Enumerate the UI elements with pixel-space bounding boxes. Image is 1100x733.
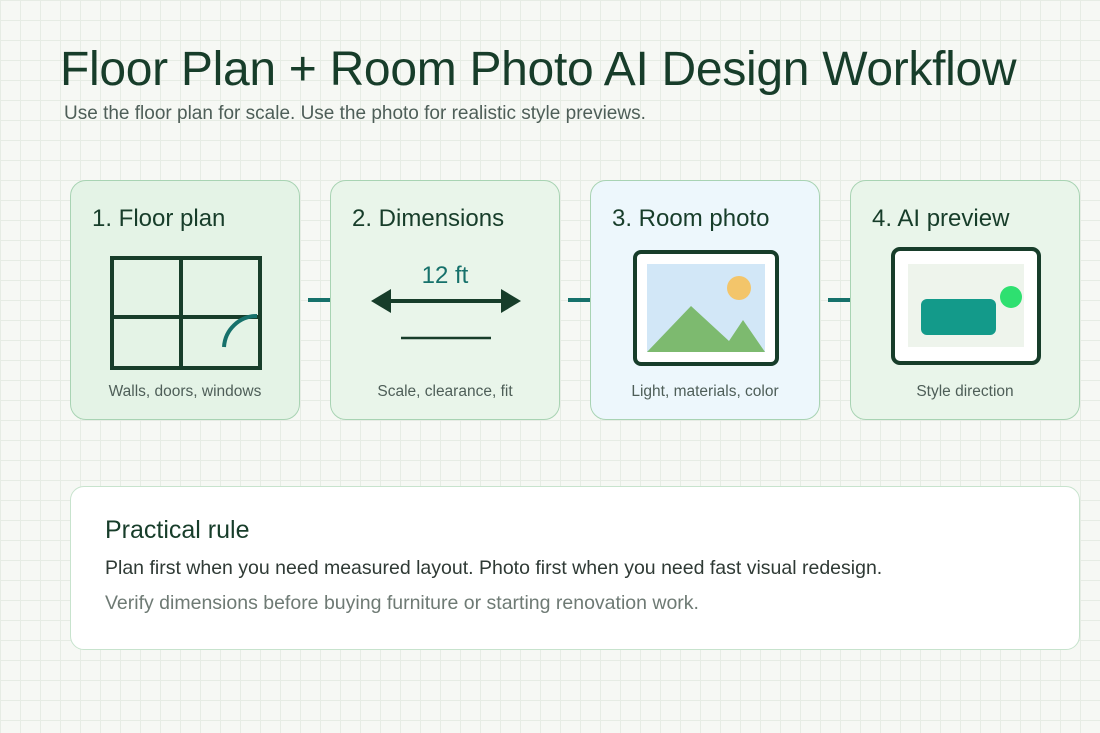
step-card-room-photo: 3. Room photo Light, materials, color bbox=[590, 180, 820, 420]
step-caption: Style direction bbox=[916, 383, 1014, 400]
step-card-dimensions: 2. Dimensions 12 ft Scale, clearance, fi… bbox=[330, 180, 560, 420]
step-caption: Light, materials, color bbox=[631, 383, 779, 400]
step-card-ai-preview: 4. AI preview Style direction bbox=[850, 180, 1080, 420]
rule-text: Plan first when you need measured layout… bbox=[105, 557, 883, 579]
rule-title: Practical rule bbox=[105, 516, 250, 544]
page-title: Floor Plan + Room Photo AI Design Workfl… bbox=[60, 43, 1017, 96]
rule-note: Verify dimensions before buying furnitur… bbox=[105, 592, 699, 614]
practical-rule-panel: Practical rule Plan first when you need … bbox=[70, 486, 1080, 650]
step-caption: Scale, clearance, fit bbox=[377, 383, 513, 400]
measure-label: 12 ft bbox=[421, 262, 469, 289]
page-subtitle: Use the floor plan for scale. Use the ph… bbox=[64, 103, 646, 124]
step-caption: Walls, doors, windows bbox=[108, 383, 262, 400]
step-card-floor-plan: 1. Floor plan Walls, doors, windows bbox=[70, 180, 300, 420]
